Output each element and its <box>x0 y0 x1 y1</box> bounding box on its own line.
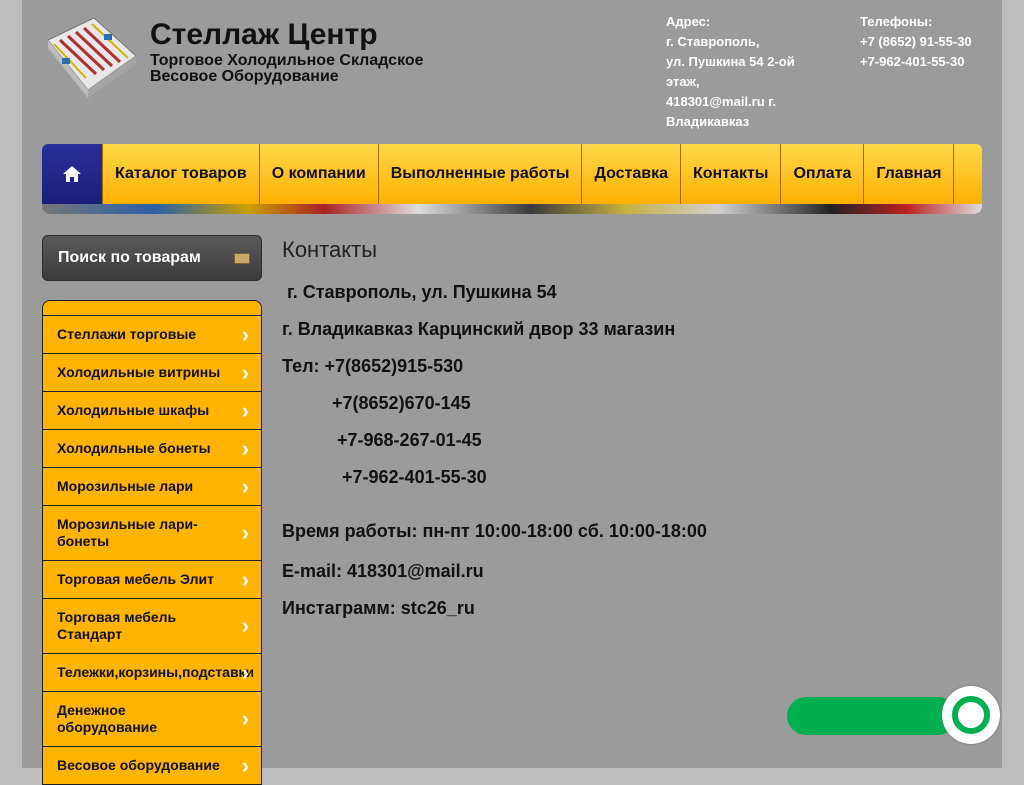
chevron-right-icon: › <box>241 752 249 778</box>
category-item[interactable]: Тележки,корзины,подставки › <box>43 653 261 691</box>
address-label: Адрес: <box>666 14 711 29</box>
chevron-right-icon: › <box>241 435 249 461</box>
address-stavropol: г. Ставрополь, ул. Пушкина 54 <box>282 282 557 302</box>
category-item[interactable]: Морозильные лари-бонеты › <box>43 505 261 560</box>
category-item[interactable]: Весовое оборудование › <box>43 746 261 784</box>
main-nav: Каталог товаров О компании Выполненные р… <box>42 144 982 204</box>
chevron-right-icon: › <box>241 473 249 499</box>
nav-item-works[interactable]: Выполненные работы <box>379 144 583 204</box>
chevron-right-icon: › <box>241 706 249 731</box>
nav-item-contacts[interactable]: Контакты <box>681 144 782 204</box>
chevron-right-icon: › <box>241 397 249 423</box>
chat-widget-button[interactable] <box>942 686 1000 744</box>
category-label: Торговая мебель Стандарт <box>57 609 177 642</box>
nav-item-payment[interactable]: Оплата <box>781 144 865 204</box>
expand-icon <box>234 253 250 264</box>
instagram-line[interactable]: Инстаграмм: stc26_ru <box>282 598 475 619</box>
category-menu: Стеллажи торговые › Холодильные витрины … <box>42 300 262 785</box>
email-line[interactable]: E-mail: 418301@mail.ru <box>282 561 484 582</box>
category-item[interactable]: Торговая мебель Элит › <box>43 560 261 598</box>
category-label: Денежное оборудование <box>57 702 158 735</box>
category-item[interactable]: Торговая мебель Стандарт › <box>43 598 261 653</box>
category-label: Тележки,корзины,подставки <box>57 664 255 680</box>
page-title: Контакты <box>282 237 378 262</box>
chat-icon <box>952 696 990 734</box>
category-label: Морозильные лари <box>57 478 194 494</box>
phone-line: +7(8652)670-145 <box>282 393 471 413</box>
site-subtitle: Торговое Холодильное Складское Весовое О… <box>150 52 424 85</box>
address-vladikavkaz: г. Владикавказ Карцинский двор 33 магази… <box>282 319 676 339</box>
category-item[interactable]: Стеллажи торговые › <box>43 315 261 353</box>
working-hours: Время работы: пн-пт 10:00-18:00 сб. 10:0… <box>282 521 707 541</box>
category-label: Морозильные лари-бонеты <box>57 516 198 549</box>
chevron-right-icon: › <box>241 566 249 592</box>
phone-line: +7-968-267-01-45 <box>282 430 482 450</box>
nav-item-catalog[interactable]: Каталог товаров <box>103 144 260 204</box>
chevron-right-icon: › <box>241 359 249 385</box>
product-search-toggle[interactable]: Поиск по товарам <box>42 235 262 281</box>
page: Стеллаж Центр Торговое Холодильное Склад… <box>22 0 1002 785</box>
nav-home-button[interactable] <box>42 144 103 204</box>
category-item[interactable]: Денежное оборудование › <box>43 691 261 746</box>
category-item[interactable]: Холодильные бонеты › <box>43 429 261 467</box>
nav-item-delivery[interactable]: Доставка <box>582 144 681 204</box>
nav-item-about[interactable]: О компании <box>260 144 379 204</box>
category-label: Торговая мебель Элит <box>57 571 214 587</box>
category-label: Холодильные шкафы <box>57 402 210 418</box>
chevron-right-icon: › <box>241 520 249 545</box>
phones-label: Телефоны: <box>860 14 933 29</box>
category-item[interactable]: Холодильные витрины › <box>43 353 261 391</box>
home-icon <box>63 166 81 182</box>
address-line: г. Ставрополь, <box>666 34 760 49</box>
address-block: Адрес: г. Ставрополь, ул. Пушкина 54 2-о… <box>666 12 806 132</box>
chevron-right-icon: › <box>241 613 249 638</box>
phone-line: Тел: +7(8652)915-530 <box>282 356 464 376</box>
store-layout-logo[interactable] <box>42 14 138 100</box>
category-label: Весовое оборудование <box>57 757 220 773</box>
chat-widget-bar[interactable] <box>787 697 957 735</box>
search-label: Поиск по товарам <box>58 249 201 266</box>
banner-image-strip <box>42 204 982 214</box>
phone-line: +7-962-401-55-30 <box>282 467 487 487</box>
address-line: 418301@mail.ru г. Владикавказ <box>666 94 777 129</box>
chevron-right-icon: › <box>241 659 249 685</box>
address-line: ул. Пушкина 54 2-ой этаж, <box>666 54 795 89</box>
nav-item-main[interactable]: Главная <box>864 144 955 204</box>
phones-block: Телефоны: +7 (8652) 91-55-30 +7-962-401-… <box>860 12 1000 72</box>
category-item[interactable]: Холодильные шкафы › <box>43 391 261 429</box>
phone-number[interactable]: +7-962-401-55-30 <box>860 52 1000 72</box>
category-item[interactable]: Морозильные лари › <box>43 467 261 505</box>
chevron-right-icon: › <box>241 321 249 347</box>
category-label: Холодильные витрины <box>57 364 221 380</box>
phone-number[interactable]: +7 (8652) 91-55-30 <box>860 32 1000 52</box>
category-label: Стеллажи торговые <box>57 326 197 342</box>
category-label: Холодильные бонеты <box>57 440 211 456</box>
site-title[interactable]: Стеллаж Центр <box>150 18 378 52</box>
